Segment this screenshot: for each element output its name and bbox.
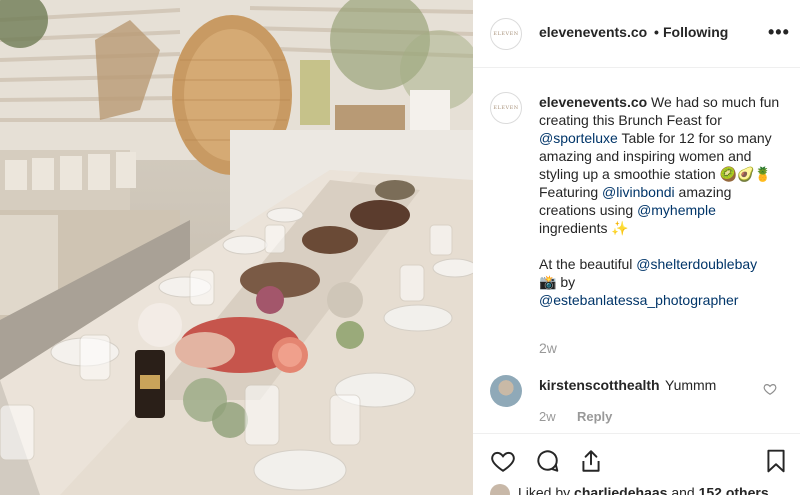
share-icon[interactable] bbox=[578, 448, 604, 474]
comment-timestamp[interactable]: 2w bbox=[539, 409, 556, 424]
likes-count[interactable]: 152 others bbox=[699, 485, 769, 495]
mention-link[interactable]: @estebanlatessa_photographer bbox=[539, 292, 738, 308]
mention-link[interactable]: @shelterdoublebay bbox=[636, 256, 757, 272]
caption-segment: At the beautiful bbox=[539, 256, 637, 272]
heart-icon[interactable] bbox=[490, 448, 516, 474]
more-horizontal-icon[interactable]: ••• bbox=[768, 22, 790, 43]
liker-avatar[interactable] bbox=[490, 484, 510, 495]
post-side-panel: ELEVEN elevenevents.co • Following ••• E… bbox=[473, 0, 800, 495]
caption-segment: Featuring bbox=[539, 184, 603, 200]
following-button[interactable]: Following bbox=[663, 24, 728, 40]
caption-username[interactable]: elevenevents.co bbox=[539, 94, 647, 110]
post-header: ELEVEN elevenevents.co • Following ••• bbox=[473, 0, 800, 68]
post-photo[interactable] bbox=[0, 0, 473, 495]
comment-text: Yummm bbox=[665, 377, 717, 393]
separator-dot: • bbox=[654, 24, 659, 40]
profile-avatar[interactable]: ELEVEN bbox=[490, 18, 522, 50]
likes-prefix: Liked by bbox=[518, 484, 575, 495]
caption-segment: ingredients ✨ bbox=[539, 220, 629, 236]
liker-username[interactable]: charliedehaas bbox=[574, 485, 667, 495]
comment-like-heart-icon[interactable] bbox=[763, 382, 777, 396]
caption-timestamp[interactable]: 2w bbox=[539, 340, 557, 356]
caption-avatar[interactable]: ELEVEN bbox=[490, 92, 522, 124]
brand-logo: ELEVEN bbox=[493, 104, 519, 111]
bookmark-icon[interactable] bbox=[763, 448, 789, 474]
likes-summary: Liked by charliedehaas and 152 others bbox=[490, 484, 769, 495]
post-username[interactable]: elevenevents.co bbox=[539, 24, 647, 40]
comment-username[interactable]: kirstenscotthealth bbox=[539, 377, 660, 393]
mention-link[interactable]: @livinbondi bbox=[602, 184, 675, 200]
brunch-table-photo bbox=[0, 0, 473, 495]
caption-text: elevenevents.co We had so much fun creat… bbox=[539, 93, 784, 309]
reply-button[interactable]: Reply bbox=[577, 409, 612, 424]
brand-logo: ELEVEN bbox=[493, 30, 519, 37]
comment-avatar[interactable] bbox=[490, 375, 522, 407]
likes-middle: and bbox=[667, 484, 699, 495]
comment-icon[interactable] bbox=[534, 448, 560, 474]
mention-link[interactable]: @sporteluxe bbox=[539, 130, 618, 146]
caption-segment: 📸 by bbox=[539, 274, 576, 290]
mention-link[interactable]: @myhemple bbox=[637, 202, 716, 218]
